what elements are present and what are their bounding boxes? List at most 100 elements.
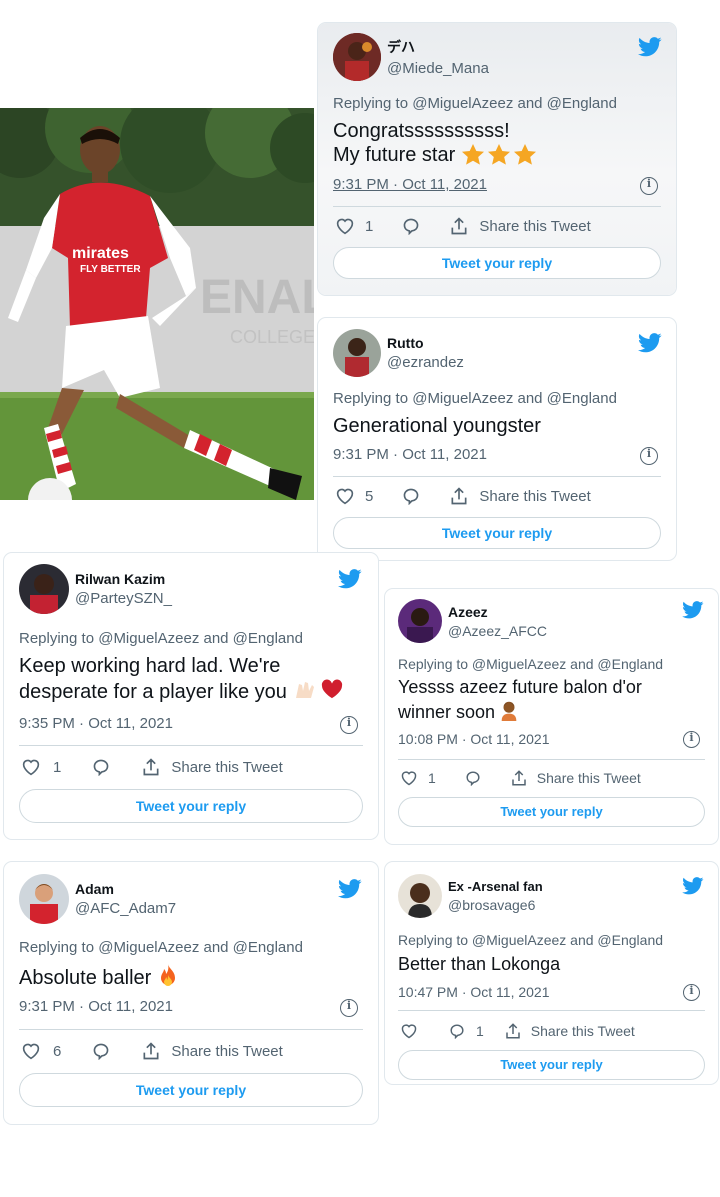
info-icon[interactable] [340,999,358,1017]
share-label: Share this Tweet [530,1023,635,1039]
replying-to[interactable]: Replying to @MiguelAzeez and @England [398,656,663,672]
tweet-text-line: Absolute baller [19,967,152,989]
comment-icon [450,1024,464,1039]
replying-to[interactable]: Replying to @MiguelAzeez and @England [398,932,663,948]
twitter-bird-icon[interactable] [682,601,704,619]
comment-icon [466,771,480,786]
like-button[interactable]: 5 [335,487,373,505]
like-button[interactable] [400,1023,418,1039]
tweet-text: Absolute baller [19,963,179,993]
display-name[interactable]: Azeez [448,604,547,620]
reply-button[interactable] [464,770,482,786]
info-icon[interactable] [340,716,358,734]
heart-icon [22,759,40,776]
svg-text:FLY BETTER: FLY BETTER [80,264,141,275]
share-button[interactable]: Share this Tweet [449,216,591,236]
tweet-timestamp[interactable]: 9:35 PM · Oct 11, 2021 [19,715,173,732]
like-button[interactable]: 6 [21,1042,61,1060]
share-label: Share this Tweet [479,217,591,235]
share-label: Share this Tweet [479,487,591,505]
tweet-timestamp[interactable]: 9:31 PM · Oct 11, 2021 [333,176,487,193]
tweet-timestamp[interactable]: 10:08 PM · Oct 11, 2021 [398,731,550,747]
reply-button[interactable]: 1 [448,1023,484,1039]
replying-to[interactable]: Replying to @MiguelAzeez and @England [333,390,617,407]
info-icon[interactable] [640,177,658,195]
avatar[interactable] [333,329,381,377]
twitter-bird-icon[interactable] [638,333,662,353]
reply-button[interactable] [91,758,111,776]
like-count: 1 [428,770,436,786]
display-name[interactable]: Adam [75,881,176,897]
display-name[interactable]: Rilwan Kazim [75,571,172,587]
reply-button[interactable] [401,217,421,235]
tweet-text: Generational youngster [333,415,541,437]
tweet-text-line: winner soon [398,701,496,722]
divider [19,1029,363,1030]
share-icon [143,758,159,776]
tweet-text: Keep working hard lad. We're desperate f… [19,654,343,706]
user-handle[interactable]: @Azeez_AFCC [448,623,547,639]
tweet-author[interactable]: Rutto @ezrandez [333,329,464,377]
twitter-bird-icon[interactable] [338,879,362,899]
replying-to[interactable]: Replying to @MiguelAzeez and @England [19,630,303,647]
info-icon[interactable] [640,447,658,465]
share-label: Share this Tweet [171,1042,283,1060]
share-button[interactable]: Share this Tweet [504,1022,635,1040]
tweet-your-reply-button[interactable]: Tweet your reply [398,1050,705,1080]
info-icon[interactable] [683,731,700,748]
twitter-bird-icon[interactable] [638,37,662,57]
tweet-timestamp[interactable]: 9:31 PM · Oct 11, 2021 [333,446,487,463]
tweet-your-reply-button[interactable]: Tweet your reply [333,247,661,279]
user-handle[interactable]: @Miede_Mana [387,60,489,77]
reply-button[interactable] [91,1042,111,1060]
tweet-author[interactable]: Azeez @Azeez_AFCC [398,599,547,643]
tweet-author[interactable]: Rilwan Kazim @ParteySZN_ [19,564,172,614]
share-icon [506,1023,520,1039]
twitter-bird-icon[interactable] [338,569,362,589]
tweet-author[interactable]: デハ @Miede_Mana [333,33,489,81]
user-handle[interactable]: @ParteySZN_ [75,590,172,607]
divider [398,1010,705,1011]
avatar[interactable] [398,599,442,643]
svg-text:ENAL: ENAL [200,271,314,324]
like-button[interactable]: 1 [400,770,436,786]
tweet-your-reply-button[interactable]: Tweet your reply [398,797,705,827]
tweet-author[interactable]: Adam @AFC_Adam7 [19,874,176,924]
divider [398,759,705,760]
twitter-bird-icon[interactable] [682,877,704,895]
avatar[interactable] [333,33,381,81]
like-button[interactable]: 1 [21,758,61,776]
tweet-text-line: My future star [333,144,456,166]
tweet-card: Rutto @ezrandez Replying to @MiguelAzeez… [318,318,676,560]
info-icon[interactable] [683,984,700,1001]
display-name[interactable]: デハ [387,37,489,57]
tweet-timestamp[interactable]: 10:47 PM · Oct 11, 2021 [398,984,550,1000]
replying-to[interactable]: Replying to @MiguelAzeez and @England [333,95,617,112]
share-button[interactable]: Share this Tweet [141,1041,283,1061]
user-handle[interactable]: @ezrandez [387,354,464,371]
user-handle[interactable]: @AFC_Adam7 [75,900,176,917]
tweet-timestamp[interactable]: 9:31 PM · Oct 11, 2021 [19,998,173,1015]
display-name[interactable]: Rutto [387,335,464,351]
reply-button[interactable] [401,487,421,505]
tweet-your-reply-button[interactable]: Tweet your reply [19,1073,363,1107]
replying-to[interactable]: Replying to @MiguelAzeez and @England [19,939,303,956]
divider [333,206,661,207]
tweet-card: デハ @Miede_Mana Replying to @MiguelAzeez … [318,23,676,295]
star-emoji [461,143,537,167]
share-button[interactable]: Share this Tweet [510,769,641,787]
user-handle[interactable]: @brosavage6 [448,897,543,913]
avatar[interactable] [19,874,69,924]
share-button[interactable]: Share this Tweet [449,486,591,506]
avatar[interactable] [398,874,442,918]
tweet-author[interactable]: Ex -Arsenal fan @brosavage6 [398,874,543,918]
tweet-your-reply-button[interactable]: Tweet your reply [19,789,363,823]
tweet-your-reply-button[interactable]: Tweet your reply [333,517,661,549]
tweet-text: Congratssssssssss! My future star [333,119,537,167]
heart-icon [22,1043,40,1060]
like-button[interactable]: 1 [335,217,373,235]
avatar[interactable] [19,564,69,614]
share-button[interactable]: Share this Tweet [141,757,283,777]
display-name[interactable]: Ex -Arsenal fan [448,879,543,894]
raised-hands-emoji [293,678,317,706]
